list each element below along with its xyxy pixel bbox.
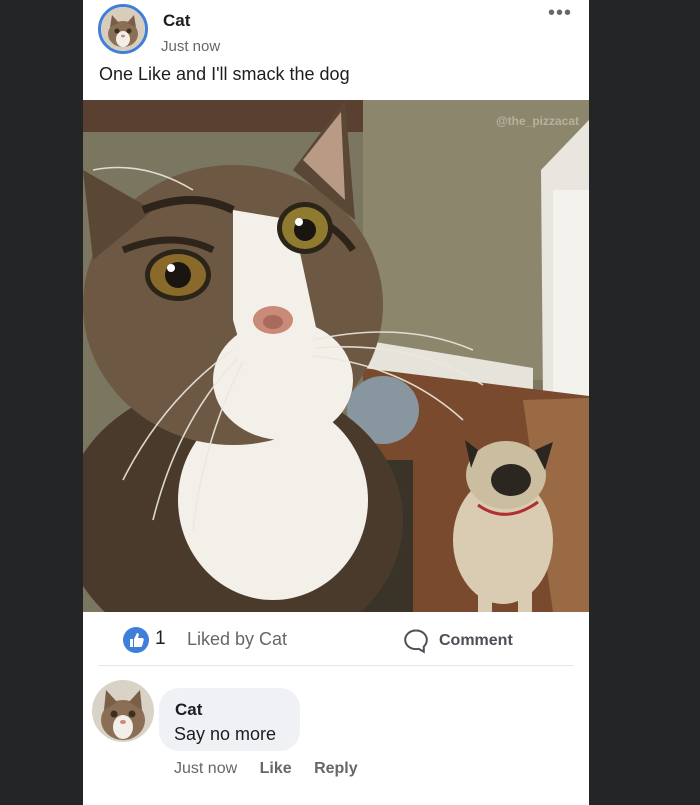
reaction-bar: 1 Liked by Cat Comment: [83, 612, 589, 667]
post-timestamp[interactable]: Just now: [161, 38, 220, 55]
author-avatar[interactable]: [98, 4, 148, 54]
like-count[interactable]: 1: [155, 628, 166, 650]
comment-text: Say no more: [174, 724, 277, 744]
comment-like-button[interactable]: Like: [260, 760, 292, 778]
comment-bubble: Cat Say no more: [159, 688, 300, 751]
comment-reply-button[interactable]: Reply: [314, 760, 358, 778]
commenter-avatar[interactable]: [92, 680, 154, 742]
post-photo[interactable]: @the_pizzacat: [83, 100, 589, 612]
thumbs-up-icon[interactable]: [122, 626, 150, 654]
divider: [98, 665, 574, 666]
cat-and-dog-photo: [83, 100, 589, 612]
liked-by-text[interactable]: Liked by Cat: [187, 629, 287, 650]
post-caption: One Like and I'll smack the dog: [99, 64, 350, 84]
comment-item: Cat Say no more Just now Like Reply: [83, 667, 589, 805]
speech-bubble-icon: [403, 628, 429, 654]
comment-meta: Just now Like Reply: [174, 760, 358, 778]
author-name[interactable]: Cat: [163, 11, 190, 31]
commenter-name[interactable]: Cat: [175, 700, 202, 720]
comment-timestamp[interactable]: Just now: [174, 760, 237, 778]
comment-label: Comment: [439, 632, 513, 649]
more-dots-icon[interactable]: •••: [545, 3, 575, 26]
post-card: Cat Just now ••• One Like and I'll smack…: [83, 0, 589, 805]
photo-watermark: @the_pizzacat: [495, 114, 579, 128]
post-header: Cat Just now ••• One Like and I'll smack…: [83, 0, 589, 100]
